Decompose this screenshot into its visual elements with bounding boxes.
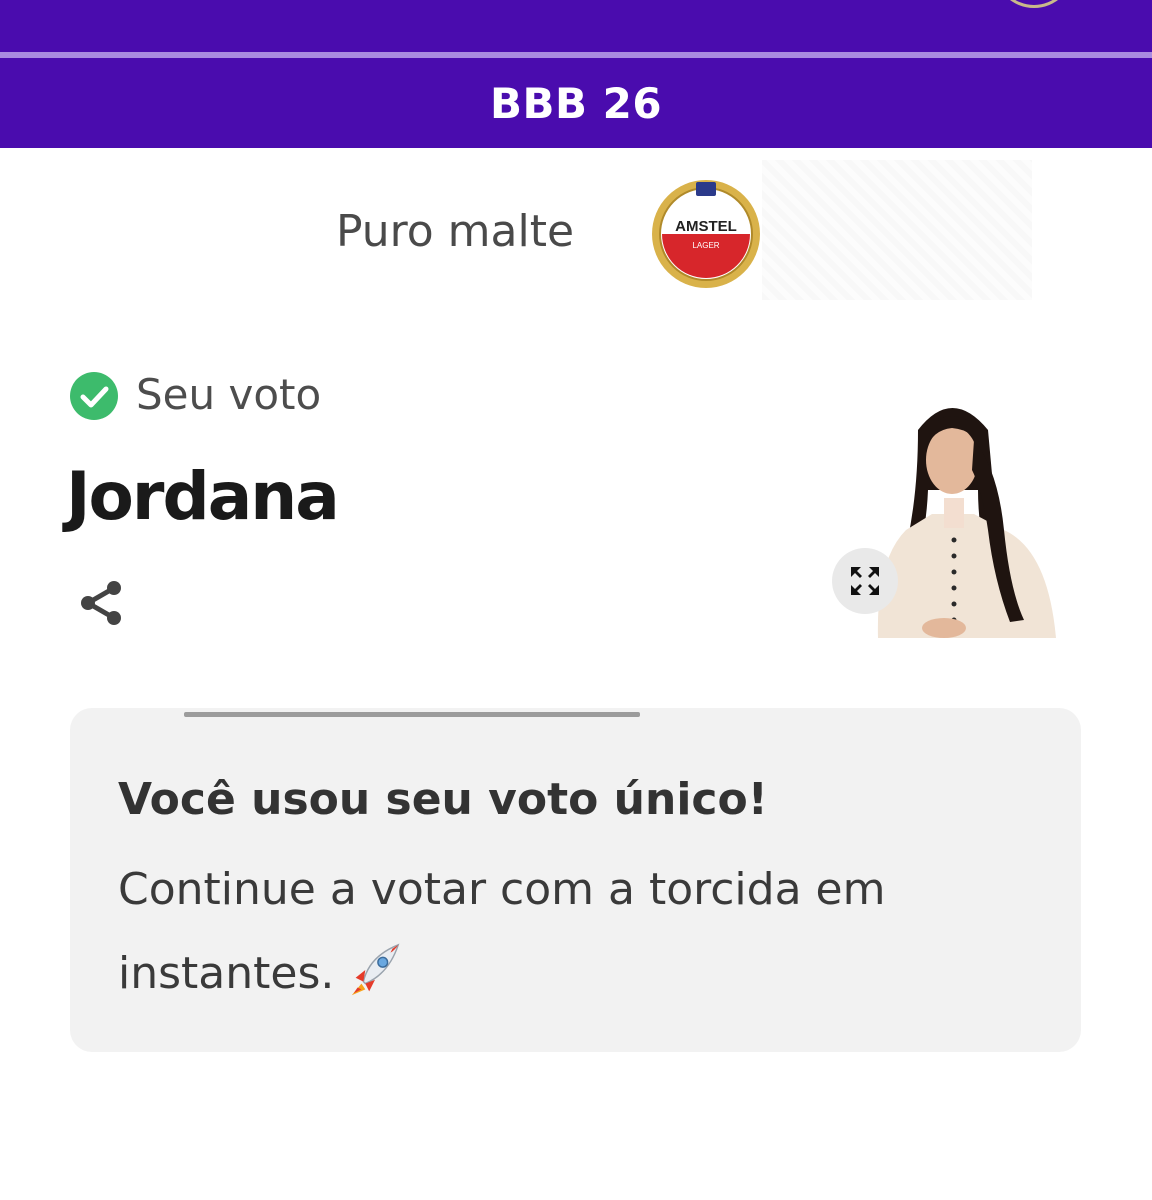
vote-label: Seu voto: [136, 370, 322, 419]
section-header: BBB 26: [0, 58, 1152, 148]
card-title: Você usou seu voto único!: [118, 774, 768, 825]
rocket-icon: [352, 943, 400, 996]
sponsor-tagline: Puro malte: [336, 206, 575, 257]
vote-confirmation-page: BBB 26 Puro malte AMSTEL LAGER Seu voto …: [0, 0, 1152, 1200]
amstel-logo: AMSTEL LAGER: [652, 180, 760, 288]
expand-icon: [851, 567, 879, 595]
amstel-logo-text: AMSTEL: [675, 218, 737, 235]
amstel-logo-subtext: LAGER: [692, 241, 719, 250]
top-bar: [0, 0, 1152, 52]
profile-avatar[interactable]: [994, 0, 1074, 8]
card-body-text: Continue a votar com a torcida em instan…: [118, 864, 886, 999]
sponsor-watermark: [762, 160, 1032, 300]
card-progress-bar: [184, 712, 640, 717]
check-circle-icon: [70, 372, 118, 420]
vote-used-card: Você usou seu voto único! Continue a vot…: [70, 708, 1081, 1052]
share-icon[interactable]: [76, 578, 126, 628]
expand-photo-button[interactable]: [832, 548, 898, 614]
candidate-name: Jordana: [66, 458, 340, 535]
section-title: BBB 26: [489, 78, 663, 128]
card-body: Continue a votar com a torcida em instan…: [118, 848, 978, 1016]
